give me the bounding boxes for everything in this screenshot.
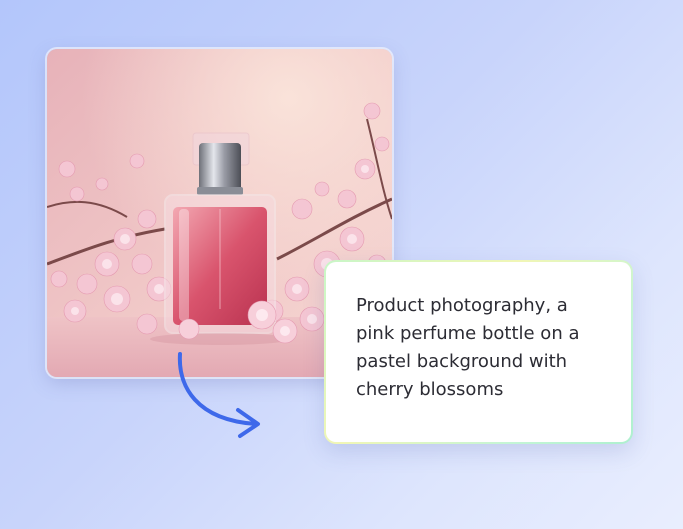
prompt-caption-text: Product photography, a pink perfume bott…	[356, 295, 580, 400]
arrow-icon	[177, 352, 260, 438]
prompt-caption-card: Product photography, a pink perfume bott…	[324, 260, 633, 444]
